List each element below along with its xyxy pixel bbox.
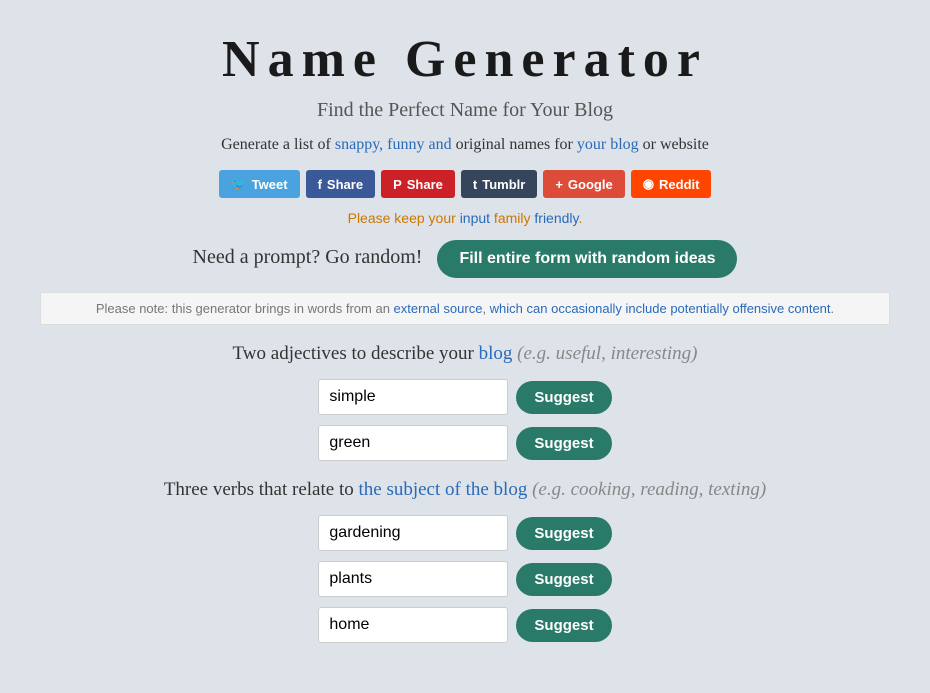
ff-input: input [460,210,490,226]
reddit-share-button[interactable]: ◉ Reddit [631,170,712,198]
adj-example: (e.g. useful, interesting) [517,343,697,364]
adjective-input-2[interactable] [318,425,508,461]
pinterest-share-button[interactable]: P Share [381,170,455,198]
random-prompt-label: Need a prompt? Go random! [193,246,423,268]
tweet-button[interactable]: 🐦 Tweet [219,170,300,198]
facebook-share-button[interactable]: f Share [306,170,375,198]
random-fill-button[interactable]: Fill entire form with random ideas [437,240,737,278]
tweet-label: Tweet [252,177,288,192]
verb-row-1: Suggest [40,515,890,551]
page-subtitle: Find the Perfect Name for Your Blog [40,99,890,122]
twitter-icon: 🐦 [231,176,247,192]
google-icon: + [555,177,563,192]
notice-external: external source [394,301,483,316]
random-prompt-text: Need a prompt? Go random! Fill entire fo… [40,240,890,278]
verb-example: (e.g. cooking, reading, texting) [532,479,766,500]
pinterest-label: Share [407,177,443,192]
verb-input-1[interactable] [318,515,508,551]
page-title: Name Generator [40,30,890,89]
adjective-row-2: Suggest [40,425,890,461]
reddit-icon: ◉ [643,176,654,192]
tumblr-share-button[interactable]: t Tumblr [461,170,537,198]
verbs-section: Three verbs that relate to the subject o… [40,479,890,643]
verb-row-2: Suggest [40,561,890,597]
adj-blog: blog [479,343,513,364]
verb-input-3[interactable] [318,607,508,643]
desc-blog: your blog [577,136,639,153]
reddit-label: Reddit [659,177,699,192]
tumblr-label: Tumblr [482,177,525,192]
tumblr-icon: t [473,177,477,192]
adjective-row-1: Suggest [40,379,890,415]
verb-suggest-button-2[interactable]: Suggest [516,563,611,596]
pinterest-icon: P [393,177,402,192]
google-share-button[interactable]: + Google [543,170,624,198]
google-label: Google [568,177,613,192]
verb-input-2[interactable] [318,561,508,597]
verbs-label: Three verbs that relate to the subject o… [40,479,890,501]
adjectives-label: Two adjectives to describe your blog (e.… [40,343,890,365]
page-wrapper: Name Generator Find the Perfect Name for… [0,0,930,693]
facebook-label: Share [327,177,363,192]
notice-bar: Please note: this generator brings in wo… [40,292,890,325]
desc-snappy: snappy, funny and [335,136,452,153]
notice-offensive: which can occasionally include potential… [490,301,831,316]
adjective-input-1[interactable] [318,379,508,415]
page-description: Generate a list of snappy, funny and ori… [40,136,890,154]
ff-friendly: friendly [534,210,578,226]
verb-subject: the subject of the blog [358,479,527,500]
verb-suggest-button-1[interactable]: Suggest [516,517,611,550]
adjectives-section: Two adjectives to describe your blog (e.… [40,343,890,461]
verb-row-3: Suggest [40,607,890,643]
family-friendly-notice: Please keep your input family friendly. [40,210,890,226]
facebook-icon: f [318,177,322,192]
adjective-suggest-button-1[interactable]: Suggest [516,381,611,414]
verb-suggest-button-3[interactable]: Suggest [516,609,611,642]
social-buttons-container: 🐦 Tweet f Share P Share t Tumblr + Googl… [40,170,890,198]
adjective-suggest-button-2[interactable]: Suggest [516,427,611,460]
